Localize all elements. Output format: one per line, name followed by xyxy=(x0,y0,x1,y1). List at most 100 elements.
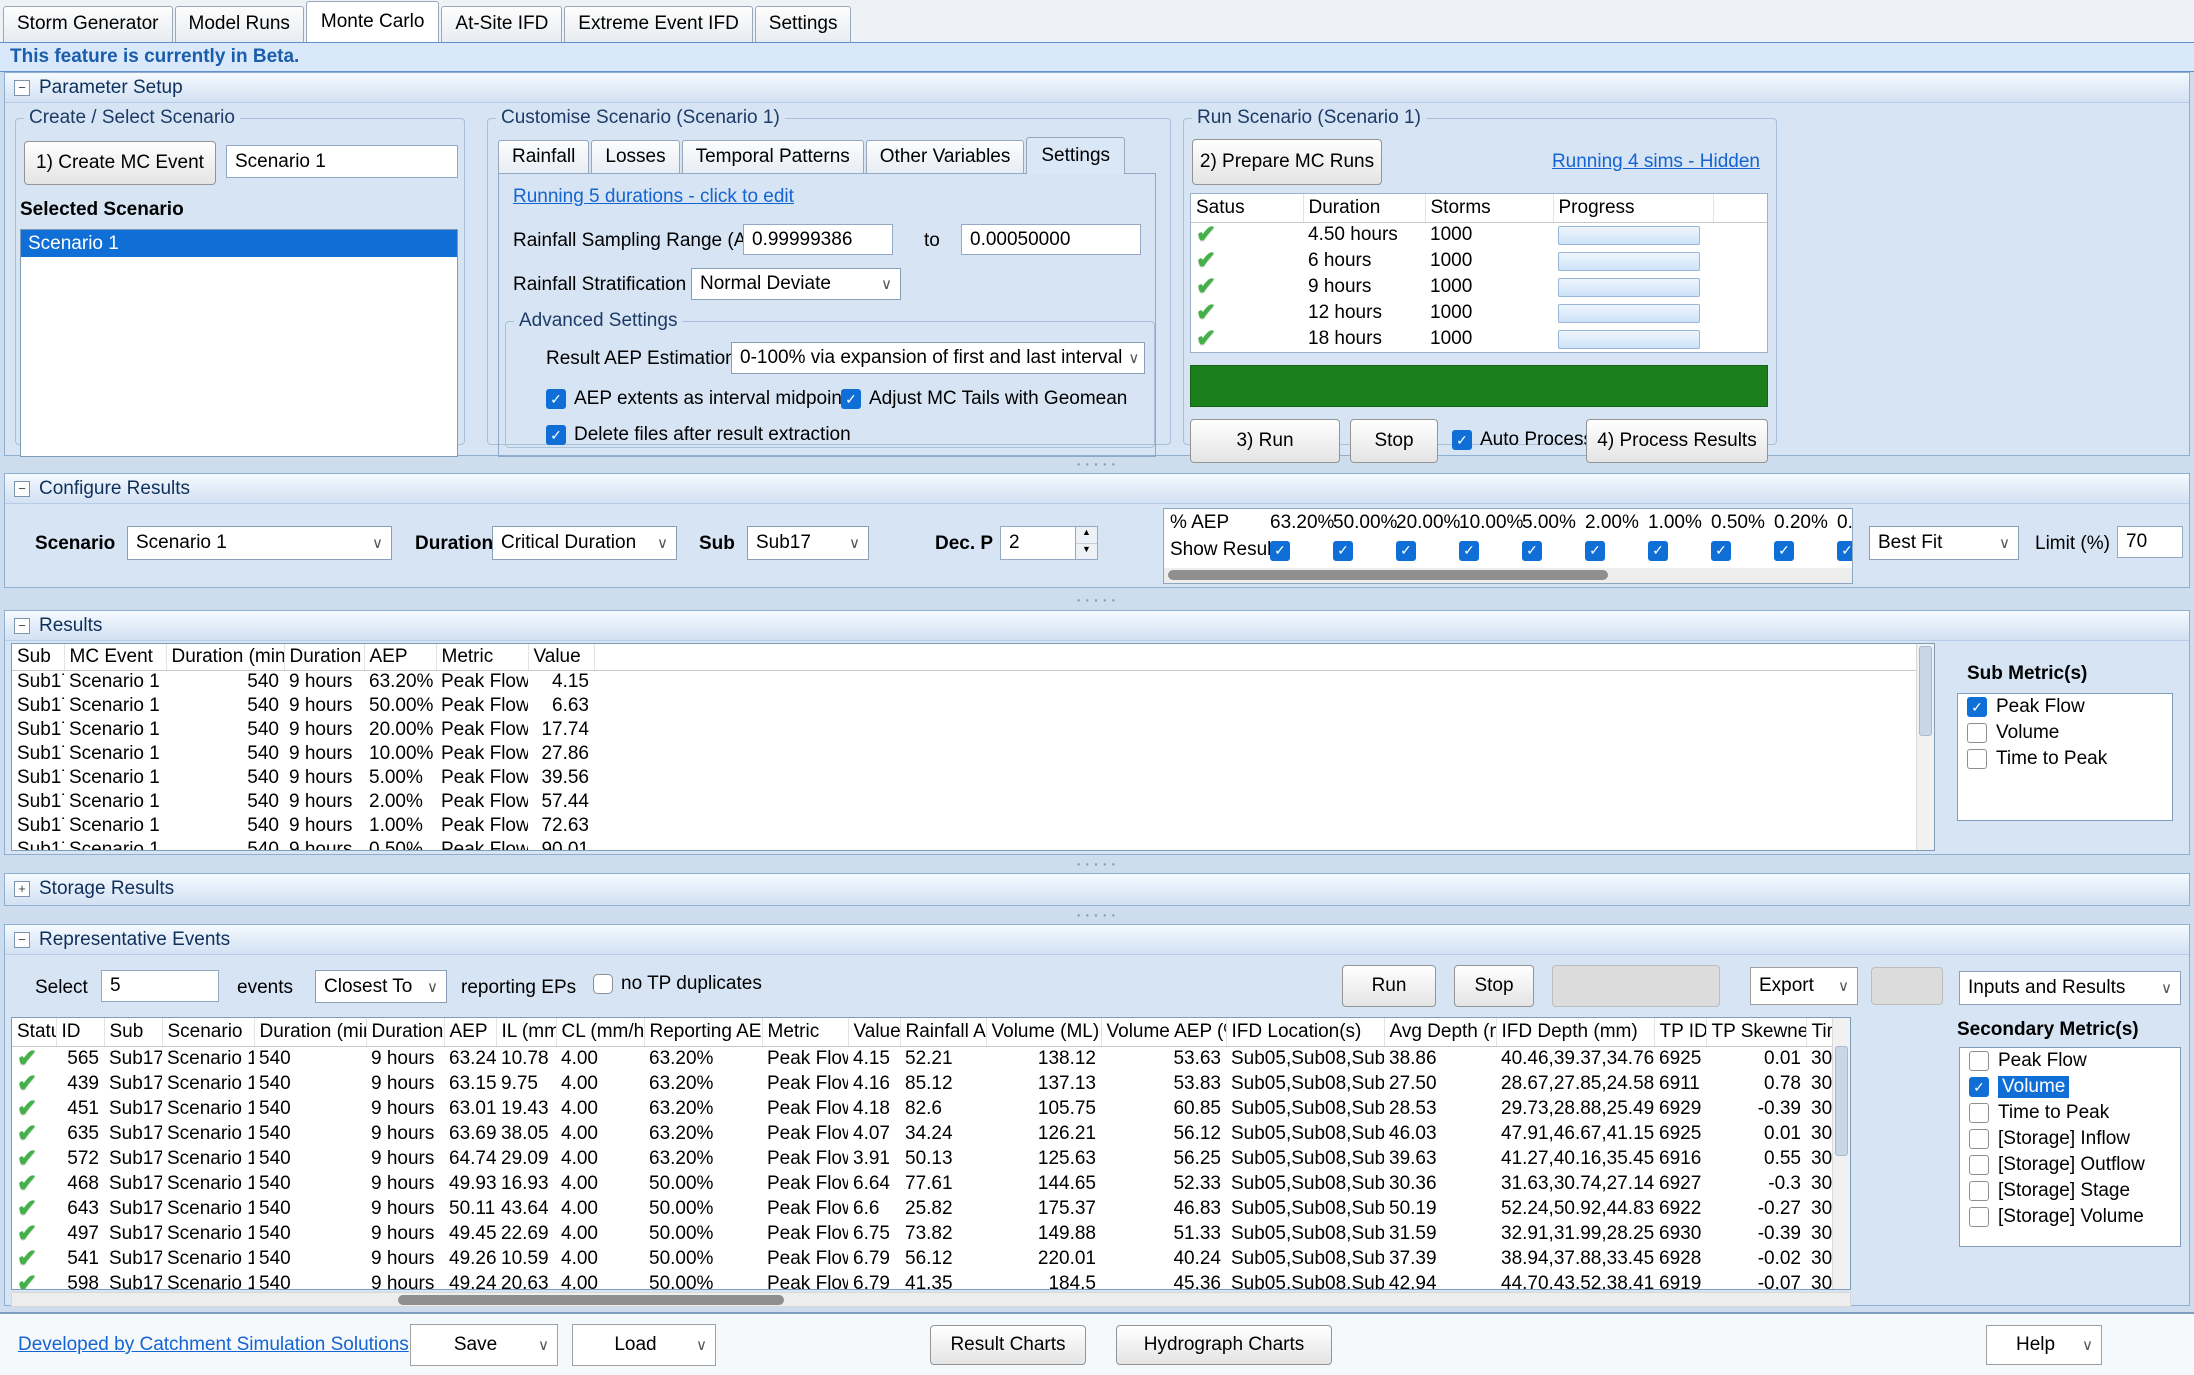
sampling-to-input[interactable]: 0.00050000 xyxy=(961,224,1141,255)
sampling-from-input[interactable]: 0.99999386 xyxy=(743,224,893,255)
secondary-metric-item-volume[interactable]: ✓Volume xyxy=(1960,1074,2180,1100)
secondary-metric-checkbox[interactable] xyxy=(1969,1207,1989,1227)
scenario-listbox[interactable]: Scenario 1 xyxy=(20,229,458,457)
rep-col-status[interactable]: Status xyxy=(12,1018,56,1046)
secondary-metric-checkbox[interactable]: ✓ xyxy=(1969,1077,1989,1097)
secondary-metric-item-storage-volume[interactable]: [Storage] Volume xyxy=(1960,1204,2180,1230)
results-col-value[interactable]: Value xyxy=(528,644,594,670)
help-select[interactable]: Help∨ xyxy=(1986,1325,2102,1365)
rep-col-volume-aep[interactable]: Volume AEP (%) xyxy=(1101,1018,1226,1046)
rep-col-tp-id[interactable]: TP ID xyxy=(1654,1018,1706,1046)
rep-events-table[interactable]: StatusIDSubScenarioDuration (min)Duratio… xyxy=(12,1018,1851,1290)
dec-p-value[interactable]: 2 xyxy=(1000,526,1076,560)
secondary-metric-item-peak-flow[interactable]: Peak Flow xyxy=(1960,1048,2180,1074)
show-results-checkbox[interactable]: ✓ xyxy=(1270,541,1290,561)
best-fit-select[interactable]: Best Fit∨ xyxy=(1869,526,2019,560)
secondary-metric-checkbox[interactable] xyxy=(1969,1181,1989,1201)
rep-col-volume-ml[interactable]: Volume (ML) xyxy=(986,1018,1101,1046)
advanced-checkbox[interactable]: ✓ xyxy=(546,425,566,445)
rep-stop-button[interactable]: Stop xyxy=(1454,965,1534,1007)
rep-col-metric[interactable]: Metric xyxy=(762,1018,848,1046)
rep-events-row[interactable]: ✔497Sub17Scenario 15409 hours49.4522.694… xyxy=(12,1222,1851,1247)
rep-col-cl-mm-hr[interactable]: CL (mm/hr) xyxy=(556,1018,644,1046)
rep-events-row[interactable]: ✔598Sub17Scenario 15409 hours49.2420.634… xyxy=(12,1272,1851,1291)
secondary-metric-checkbox[interactable] xyxy=(1969,1103,1989,1123)
results-col-metric[interactable]: Metric xyxy=(436,644,528,670)
secondary-metric-item-storage-inflow[interactable]: [Storage] Inflow xyxy=(1960,1126,2180,1152)
show-results-checkbox[interactable]: ✓ xyxy=(1837,541,1852,561)
results-row[interactable]: Sub17Scenario 15409 hours50.00%Peak Flow… xyxy=(12,694,1918,718)
secondary-metric-item-storage-stage[interactable]: [Storage] Stage xyxy=(1960,1178,2180,1204)
collapse-icon[interactable]: − xyxy=(14,932,30,948)
results-header[interactable]: − Results xyxy=(5,611,2189,641)
rep-col-il-mm[interactable]: IL (mm) xyxy=(496,1018,556,1046)
rep-col-id[interactable]: ID xyxy=(56,1018,104,1046)
hscroll-thumb[interactable] xyxy=(1168,570,1608,580)
rep-col-value[interactable]: Value xyxy=(848,1018,900,1046)
running-sims-link[interactable]: Running 4 sims - Hidden xyxy=(1552,151,1760,173)
vscroll-thumb[interactable] xyxy=(1835,1046,1848,1156)
scenario-select[interactable]: Scenario 1∨ xyxy=(127,526,392,560)
secondary-metric-checkbox[interactable] xyxy=(1969,1129,1989,1149)
secondary-metric-checkbox[interactable] xyxy=(1969,1155,1989,1175)
rep-run-button[interactable]: Run xyxy=(1342,965,1436,1007)
show-results-checkbox[interactable]: ✓ xyxy=(1585,541,1605,561)
process-results-button[interactable]: 4) Process Results xyxy=(1586,419,1768,463)
tab-storm-generator[interactable]: Storm Generator xyxy=(3,6,173,42)
secondary-metric-checkbox[interactable] xyxy=(1969,1051,1989,1071)
sub-metric-checkbox[interactable] xyxy=(1967,749,1987,769)
rep-col-duration[interactable]: Duration xyxy=(366,1018,444,1046)
hscroll-thumb[interactable] xyxy=(398,1295,784,1305)
secondary-metric-item-storage-outflow[interactable]: [Storage] Outflow xyxy=(1960,1152,2180,1178)
rep-events-row[interactable]: ✔643Sub17Scenario 15409 hours50.1143.644… xyxy=(12,1197,1851,1222)
results-row[interactable]: Sub17Scenario 15409 hours1.00%Peak Flow7… xyxy=(12,814,1918,838)
results-row[interactable]: Sub17Scenario 15409 hours5.00%Peak Flow3… xyxy=(12,766,1918,790)
vscroll-thumb[interactable] xyxy=(1919,646,1932,736)
no-tp-duplicates-checkbox[interactable] xyxy=(593,974,613,994)
customise-tab-other-variables[interactable]: Other Variables xyxy=(866,140,1025,174)
results-row[interactable]: Sub17Scenario 15409 hours20.00%Peak Flow… xyxy=(12,718,1918,742)
results-row[interactable]: Sub17Scenario 15409 hours0.50%Peak Flow9… xyxy=(12,838,1918,851)
rep-col-rainfall-aep[interactable]: Rainfall AEP xyxy=(900,1018,986,1046)
inputs-results-select[interactable]: Inputs and Results∨ xyxy=(1959,971,2181,1005)
secondary-metrics-list[interactable]: Peak Flow✓VolumeTime to Peak[Storage] In… xyxy=(1959,1047,2181,1247)
sub-metric-item-volume[interactable]: Volume xyxy=(1958,720,2172,746)
tab-at-site-ifd[interactable]: At-Site IFD xyxy=(441,6,562,42)
expand-icon[interactable]: + xyxy=(14,881,30,897)
sub-metric-item-peak-flow[interactable]: ✓Peak Flow xyxy=(1958,694,2172,720)
closest-to-select[interactable]: Closest To∨ xyxy=(315,970,447,1003)
show-results-checkbox[interactable]: ✓ xyxy=(1522,541,1542,561)
advanced-checkbox[interactable]: ✓ xyxy=(841,389,861,409)
scenario-list-item[interactable]: Scenario 1 xyxy=(21,230,457,257)
advanced-checkbox[interactable]: ✓ xyxy=(546,389,566,409)
limit-input[interactable]: 70 xyxy=(2117,526,2183,558)
sub-metric-item-time-to-peak[interactable]: Time to Peak xyxy=(1958,746,2172,772)
scenario-name-input[interactable]: Scenario 1 xyxy=(226,145,458,178)
results-row[interactable]: Sub17Scenario 15409 hours10.00%Peak Flow… xyxy=(12,742,1918,766)
results-row[interactable]: Sub17Scenario 15409 hours2.00%Peak Flow5… xyxy=(12,790,1918,814)
select-events-input[interactable]: 5 xyxy=(101,970,219,1002)
stop-button[interactable]: Stop xyxy=(1350,419,1438,463)
tab-model-runs[interactable]: Model Runs xyxy=(175,6,304,42)
tab-extreme-event-ifd[interactable]: Extreme Event IFD xyxy=(564,6,753,42)
customise-tab-temporal-patterns[interactable]: Temporal Patterns xyxy=(682,140,864,174)
configure-results-header[interactable]: − Configure Results xyxy=(5,474,2189,504)
rep-col-duration-min[interactable]: Duration (min) xyxy=(254,1018,366,1046)
rep-vscrollbar[interactable] xyxy=(1832,1018,1850,1289)
results-col-duration[interactable]: Duration xyxy=(284,644,364,670)
representative-events-header[interactable]: − Representative Events xyxy=(5,925,2189,955)
show-results-checkbox[interactable]: ✓ xyxy=(1396,541,1416,561)
dec-p-spinner[interactable]: 2 ▲ ▼ xyxy=(1000,526,1098,560)
rep-col-tp-skewness[interactable]: TP Skewness xyxy=(1706,1018,1806,1046)
show-results-checkbox[interactable]: ✓ xyxy=(1711,541,1731,561)
sub-metric-checkbox[interactable] xyxy=(1967,723,1987,743)
rep-col-scenario[interactable]: Scenario xyxy=(162,1018,254,1046)
results-col-sub[interactable]: Sub xyxy=(12,644,64,670)
spin-down-icon[interactable]: ▼ xyxy=(1076,544,1097,560)
rep-events-row[interactable]: ✔635Sub17Scenario 15409 hours63.6938.054… xyxy=(12,1122,1851,1147)
rep-col-aep[interactable]: AEP xyxy=(444,1018,496,1046)
aep-hscrollbar[interactable] xyxy=(1164,568,1852,583)
results-table[interactable]: SubMC EventDuration (min)DurationAEPMetr… xyxy=(12,644,1918,851)
customise-tab-settings[interactable]: Settings xyxy=(1026,137,1125,174)
customise-tab-losses[interactable]: Losses xyxy=(591,140,679,174)
